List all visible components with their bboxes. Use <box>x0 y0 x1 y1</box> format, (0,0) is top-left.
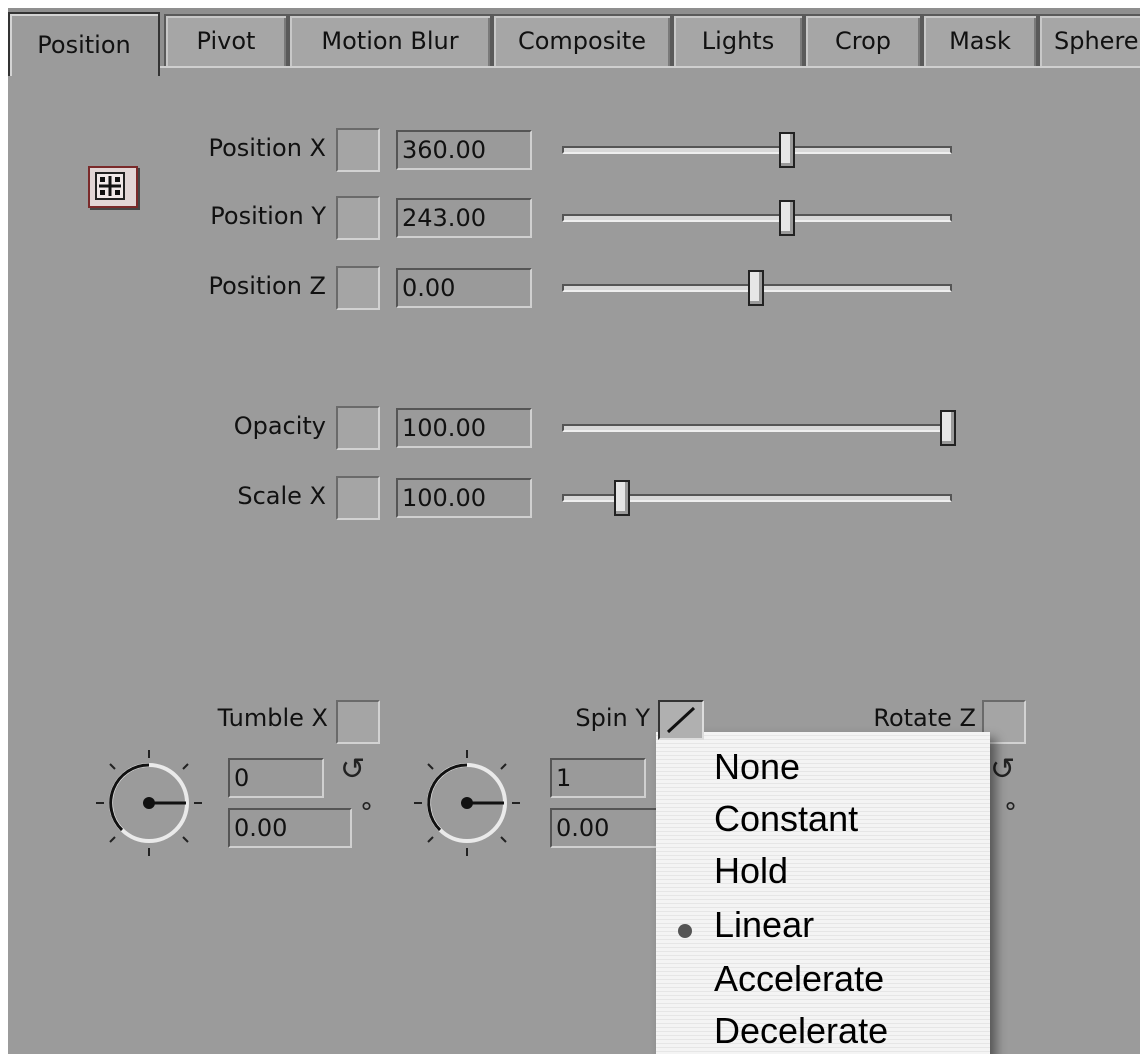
move-crosshair-icon[interactable] <box>88 166 138 208</box>
position-z-label: Position Z <box>208 272 326 300</box>
position-y-value-field[interactable]: 243.00 <box>396 198 532 238</box>
scale-x-value-field[interactable]: 100.00 <box>396 478 532 518</box>
menu-item-linear[interactable]: Linear <box>714 904 814 946</box>
position-x-keyframe-button[interactable] <box>336 128 380 172</box>
opacity-value-field[interactable]: 100.00 <box>396 408 532 448</box>
tab-mask[interactable]: Mask <box>922 14 1038 66</box>
position-x-label: Position X <box>208 134 326 162</box>
spin-y-dial[interactable] <box>412 748 522 858</box>
position-z-keyframe-button[interactable] <box>336 266 380 310</box>
opacity-keyframe-button[interactable] <box>336 406 380 450</box>
opacity-slider-thumb[interactable] <box>940 410 956 446</box>
rotate-z-label: Rotate Z <box>873 704 976 732</box>
menu-item-none[interactable]: None <box>714 746 800 788</box>
tumble-x-dial[interactable] <box>94 748 204 858</box>
spin-y-label: Spin Y <box>575 704 650 732</box>
rotate-reset-icon[interactable]: ↺ <box>340 752 365 787</box>
tab-bar: Position Pivot Motion Blur Composite Lig… <box>8 8 1140 76</box>
tab-composite[interactable]: Composite <box>492 14 672 66</box>
selected-bullet-icon <box>678 924 692 938</box>
position-z-value-field[interactable]: 0.00 <box>396 268 532 308</box>
interpolation-menu: None Constant Hold Linear Accelerate Dec… <box>656 732 990 1054</box>
menu-item-accelerate[interactable]: Accelerate <box>714 958 884 1000</box>
tumble-x-keyframe-button[interactable] <box>336 700 380 744</box>
scale-x-label: Scale X <box>237 482 326 510</box>
position-y-label: Position Y <box>210 202 326 230</box>
effect-editor-window: Position Pivot Motion Blur Composite Lig… <box>0 0 1140 1054</box>
scale-x-slider-thumb[interactable] <box>614 480 630 516</box>
tab-position[interactable]: Position <box>8 12 160 76</box>
position-z-slider-thumb[interactable] <box>748 270 764 306</box>
opacity-label: Opacity <box>233 412 326 440</box>
tumble-x-degrees-field[interactable]: 0.00 <box>228 808 352 848</box>
menu-item-constant[interactable]: Constant <box>714 798 858 840</box>
scale-x-keyframe-button[interactable] <box>336 476 380 520</box>
position-y-keyframe-button[interactable] <box>336 196 380 240</box>
tab-sphere[interactable]: Sphere <box>1038 14 1140 66</box>
tab-crop[interactable]: Crop <box>804 14 922 66</box>
position-y-slider-track[interactable] <box>562 214 952 222</box>
tumble-x-label: Tumble X <box>217 704 328 732</box>
tumble-x-revolutions-field[interactable]: 0 <box>228 758 324 798</box>
rotate-z-reset-icon[interactable]: ↺ <box>990 752 1015 787</box>
tab-lights[interactable]: Lights <box>672 14 804 66</box>
spin-y-revolutions-field[interactable]: 1 <box>550 758 646 798</box>
tab-pivot[interactable]: Pivot <box>164 14 288 66</box>
position-x-value-field[interactable]: 360.00 <box>396 130 532 170</box>
menu-item-decelerate[interactable]: Decelerate <box>714 1010 888 1052</box>
tab-motion-blur[interactable]: Motion Blur <box>288 14 492 66</box>
position-x-slider-thumb[interactable] <box>779 132 795 168</box>
position-y-slider-thumb[interactable] <box>779 200 795 236</box>
position-x-slider-track[interactable] <box>562 146 952 154</box>
opacity-slider-track[interactable] <box>562 424 952 432</box>
menu-item-hold[interactable]: Hold <box>714 850 788 892</box>
spin-y-interpolation-button[interactable] <box>658 700 704 740</box>
degree-icon: ° <box>360 798 373 828</box>
rotate-z-degree-icon: ° <box>1004 798 1017 828</box>
